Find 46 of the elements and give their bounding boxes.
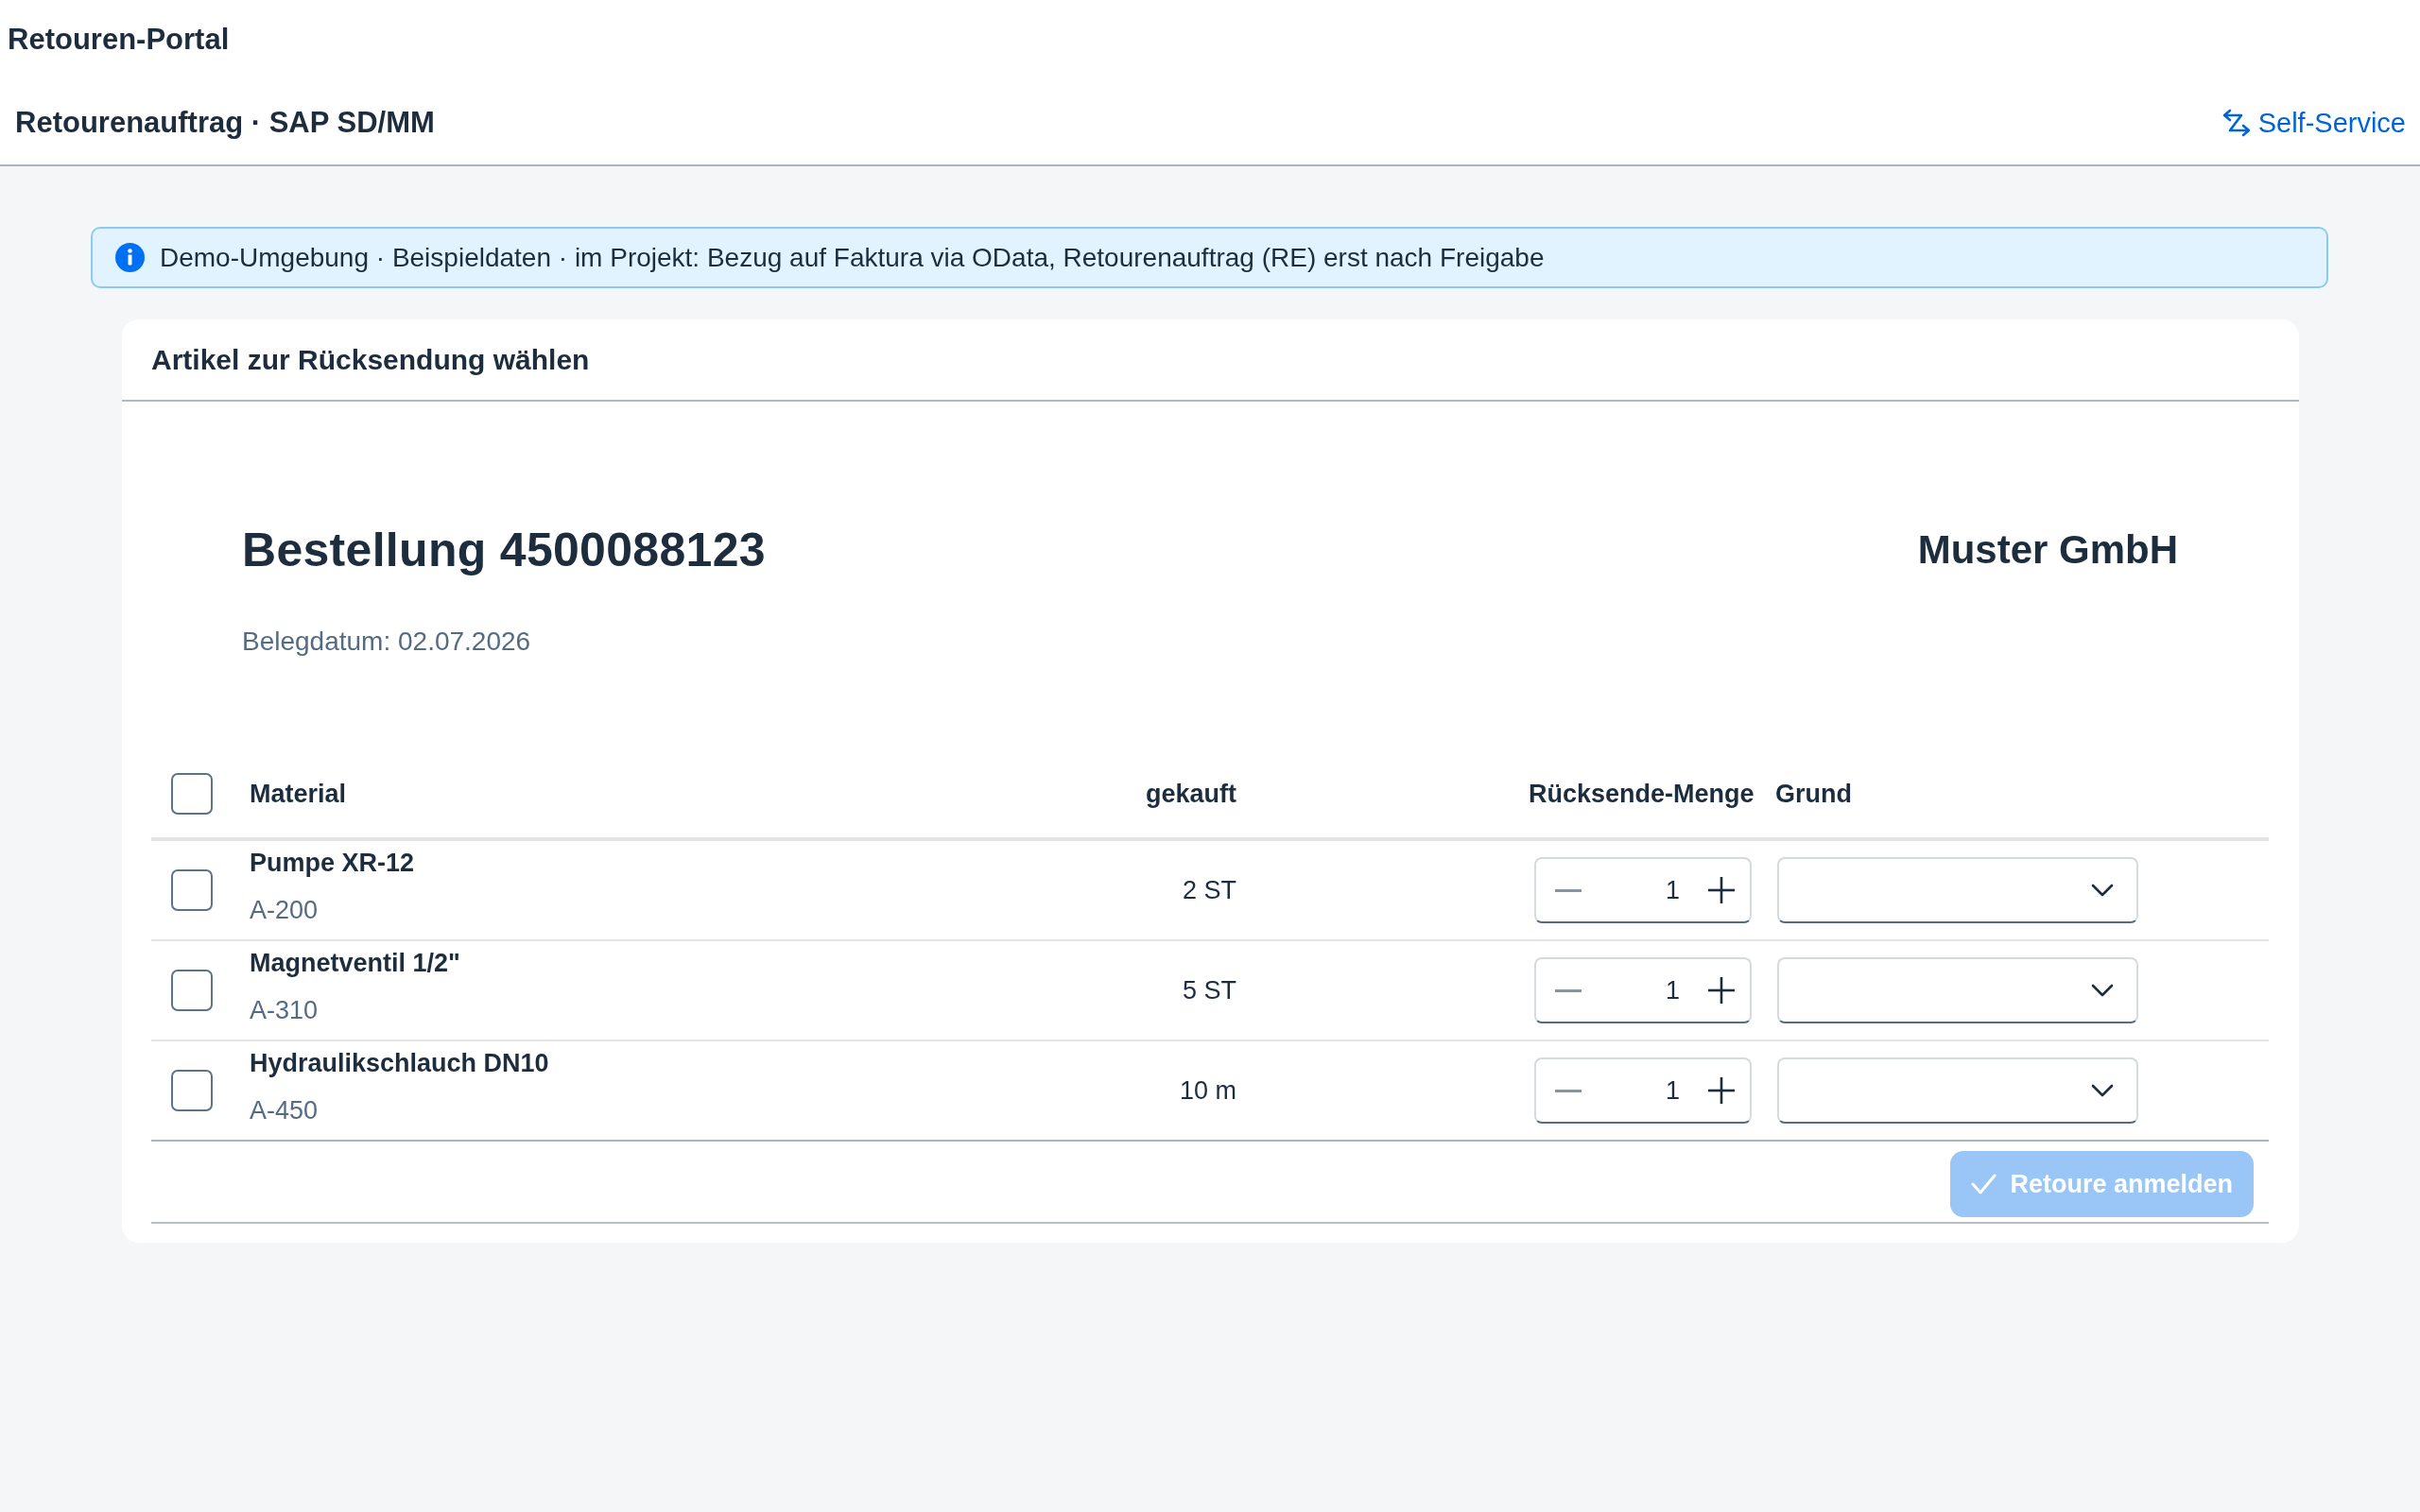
row-checkbox[interactable] [171, 970, 213, 1011]
self-service-link[interactable]: Self-Service [2221, 106, 2406, 140]
info-text: Demo-Umgebung · Beispieldaten · im Projekt: Bezug auf Faktura via OData, Retourenauftrag (RE) erst nach Freigabe [160, 241, 1545, 274]
swap-arrows-icon [2221, 109, 2251, 137]
material-number: A-200 [250, 895, 319, 926]
reason-dropdown[interactable] [1777, 1057, 2138, 1124]
row-checkbox[interactable] [171, 869, 213, 911]
plus-icon [1708, 877, 1735, 903]
reason-dropdown[interactable] [1777, 957, 2138, 1023]
minus-icon [1555, 1089, 1582, 1092]
minus-icon [1555, 988, 1582, 992]
material-name: Magnetventil 1/2" [250, 948, 460, 979]
quantity-input[interactable]: 1 [1600, 870, 1693, 910]
row-checkbox[interactable] [171, 1070, 213, 1111]
purchased-quantity: 2 ST [1182, 876, 1236, 904]
quantity-input[interactable]: 1 [1600, 971, 1693, 1010]
page-title: Retourenauftrag · SAP SD/MM [15, 105, 435, 141]
column-header: Grund [1775, 779, 1852, 808]
customer-name: Muster GmbH [1917, 526, 2178, 574]
panel-title: Artikel zur Rücksendung wählen [151, 342, 590, 377]
quantity-stepper[interactable]: 1 [1534, 857, 1752, 923]
check-icon [1971, 1173, 1997, 1195]
info-icon [115, 243, 145, 272]
quantity-stepper[interactable]: 1 [1534, 957, 1752, 1023]
column-header: Rücksende-Menge [1529, 779, 1754, 808]
material-name: Hydraulikschlauch DN10 [250, 1048, 549, 1079]
app-title: Retouren-Portal [7, 22, 231, 58]
document-date: Belegdatum: 02.07.2026 [242, 626, 531, 658]
material-number: A-310 [250, 995, 319, 1026]
purchased-quantity: 5 ST [1182, 976, 1236, 1005]
quantity-input[interactable]: 1 [1600, 1071, 1693, 1110]
chevron-down-icon [2091, 884, 2114, 897]
reason-dropdown[interactable] [1777, 857, 2138, 923]
select-all-checkbox[interactable] [171, 772, 213, 815]
chevron-down-icon [2091, 984, 2114, 997]
material-number: A-450 [250, 1095, 319, 1126]
material-name: Pumpe XR-12 [250, 848, 415, 879]
column-header: gekauft [1145, 779, 1236, 808]
order-title: Bestellung 4500088123 [242, 523, 766, 578]
column-header: Material [250, 779, 347, 808]
plus-icon [1708, 977, 1735, 1004]
minus-icon [1555, 888, 1582, 892]
quantity-stepper[interactable]: 1 [1534, 1057, 1752, 1124]
purchased-quantity: 10 m [1179, 1076, 1236, 1105]
chevron-down-icon [2091, 1084, 2114, 1097]
plus-icon [1708, 1077, 1735, 1104]
